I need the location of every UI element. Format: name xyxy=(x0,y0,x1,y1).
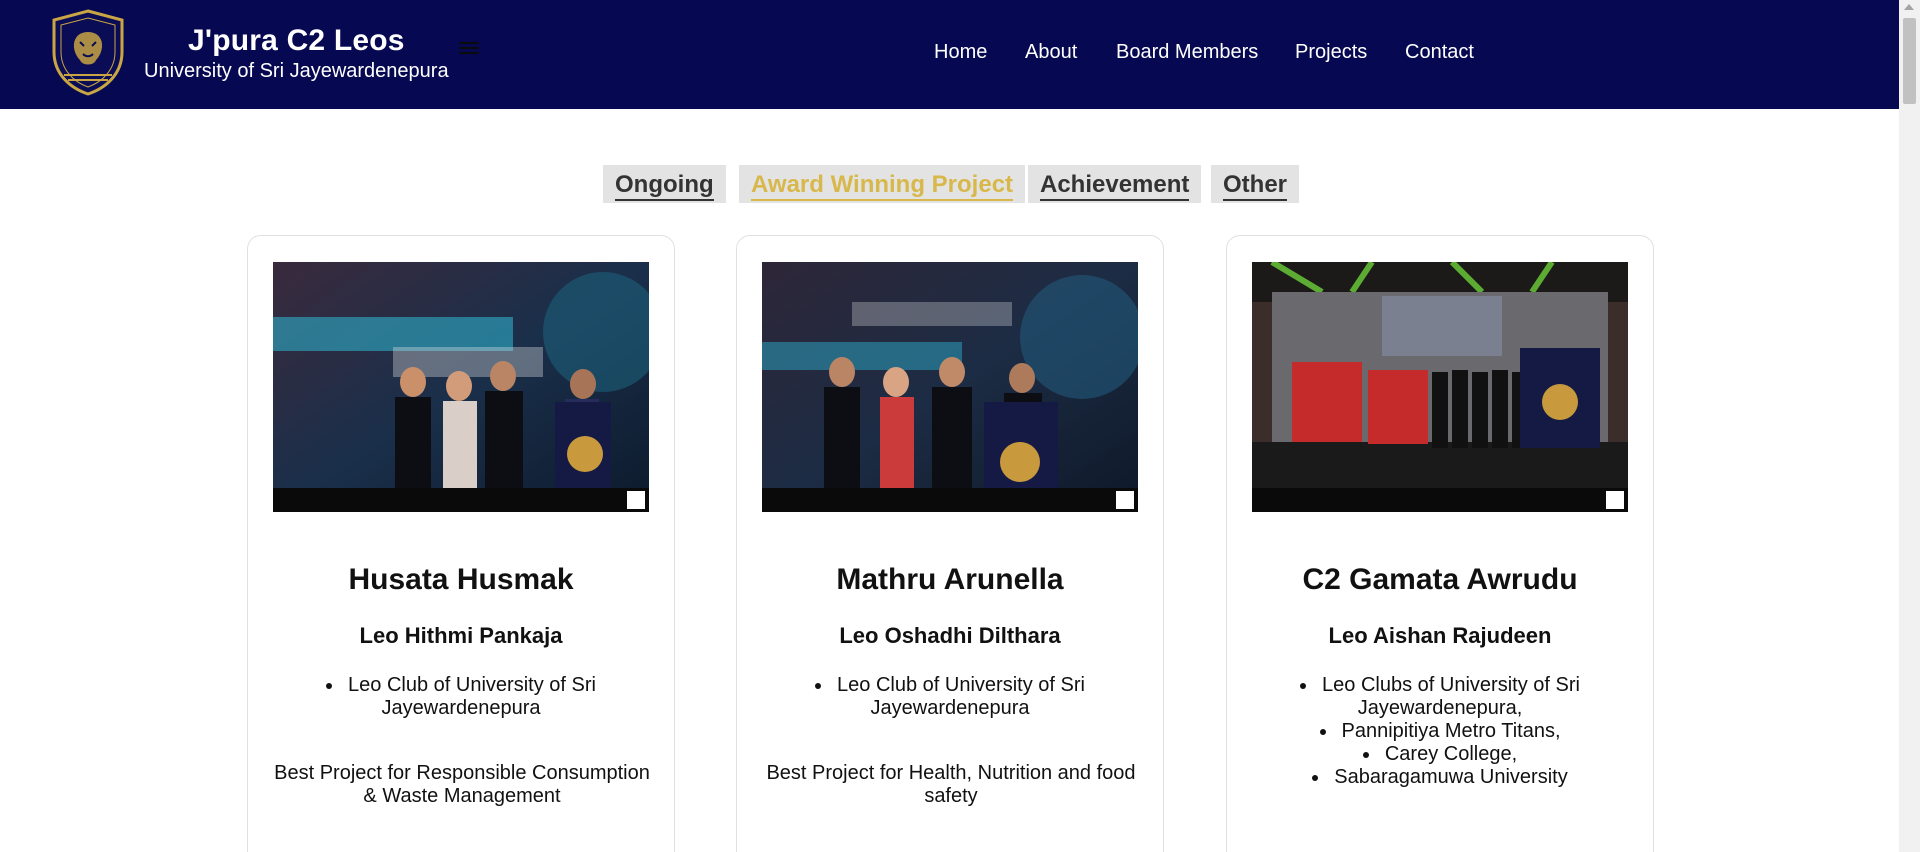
nav-projects[interactable]: Projects xyxy=(1295,41,1367,64)
project-card: Mathru Arunella Leo Oshadhi Dilthara Leo… xyxy=(736,235,1164,852)
project-clubs: Leo Club of University of Sri Jayewarden… xyxy=(278,674,644,720)
site-header: J'pura C2 Leos University of Sri Jayewar… xyxy=(0,0,1899,109)
club-item: Leo Club of University of Sri Jayewarden… xyxy=(278,674,644,720)
project-title: C2 Gamata Awrudu xyxy=(1302,563,1578,596)
nav-contact[interactable]: Contact xyxy=(1405,41,1474,64)
club-name: Carey College, xyxy=(1384,743,1518,765)
club-name: Sabaragamuwa University xyxy=(1334,766,1568,788)
filter-tab-award-winning-project[interactable]: Award Winning Project xyxy=(739,165,1026,203)
site-title[interactable]: J'pura C2 Leos xyxy=(188,24,405,58)
club-item: Carey College, xyxy=(1257,743,1623,766)
scrollbar-thumb[interactable] xyxy=(1903,18,1916,104)
project-leader: Leo Hithmi Pankaja xyxy=(359,623,563,648)
filter-tab-achievement[interactable]: Achievement xyxy=(1028,165,1202,203)
project-clubs: Leo Clubs of University of Sri Jayewarde… xyxy=(1257,674,1623,789)
project-photo xyxy=(1252,262,1628,512)
hamburger-menu-icon[interactable] xyxy=(459,42,479,58)
filter-tab-other[interactable]: Other xyxy=(1211,165,1300,203)
club-name: Leo Club of University of Sri Jayewarden… xyxy=(348,674,596,719)
club-item: Leo Club of University of Sri Jayewarden… xyxy=(767,674,1133,720)
project-photo xyxy=(762,262,1138,512)
project-award: Best Project for Health, Nutrition and f… xyxy=(766,762,1136,807)
filter-tab-label: Achievement xyxy=(1040,171,1190,201)
scroll-up-icon[interactable] xyxy=(1904,4,1914,10)
project-leader: Leo Aishan Rajudeen xyxy=(1328,623,1552,648)
club-item: Pannipitiya Metro Titans, xyxy=(1257,720,1623,743)
filter-tab-label: Other xyxy=(1223,171,1288,201)
club-item: Sabaragamuwa University xyxy=(1257,766,1623,789)
club-name: Leo Club of University of Sri Jayewarden… xyxy=(837,674,1085,719)
club-name: Leo Clubs of University of Sri Jayewarde… xyxy=(1322,674,1580,719)
site-subtitle: University of Sri Jayewardenepura xyxy=(144,60,449,82)
nav-home[interactable]: Home xyxy=(934,41,987,64)
filter-tab-label: Award Winning Project xyxy=(751,171,1014,201)
filter-tab-label: Ongoing xyxy=(615,171,714,201)
project-award: Best Project for Responsible Consumption… xyxy=(274,762,650,807)
filter-tab-ongoing[interactable]: Ongoing xyxy=(603,165,726,203)
vertical-scrollbar[interactable] xyxy=(1899,0,1920,852)
project-card: C2 Gamata Awrudu Leo Aishan Rajudeen Leo… xyxy=(1226,235,1654,852)
project-clubs: Leo Club of University of Sri Jayewarden… xyxy=(767,674,1133,720)
club-name: Pannipitiya Metro Titans, xyxy=(1341,720,1561,742)
nav-about[interactable]: About xyxy=(1025,41,1077,64)
project-card: Husata Husmak Leo Hithmi Pankaja Leo Clu… xyxy=(247,235,675,852)
project-title: Husata Husmak xyxy=(348,563,574,596)
club-item: Leo Clubs of University of Sri Jayewarde… xyxy=(1257,674,1623,720)
club-logo[interactable] xyxy=(50,8,126,96)
page: J'pura C2 Leos University of Sri Jayewar… xyxy=(0,0,1920,852)
project-title: Mathru Arunella xyxy=(836,563,1064,596)
nav-board-members[interactable]: Board Members xyxy=(1116,41,1258,64)
project-photo xyxy=(273,262,649,512)
project-leader: Leo Oshadhi Dilthara xyxy=(839,623,1061,648)
